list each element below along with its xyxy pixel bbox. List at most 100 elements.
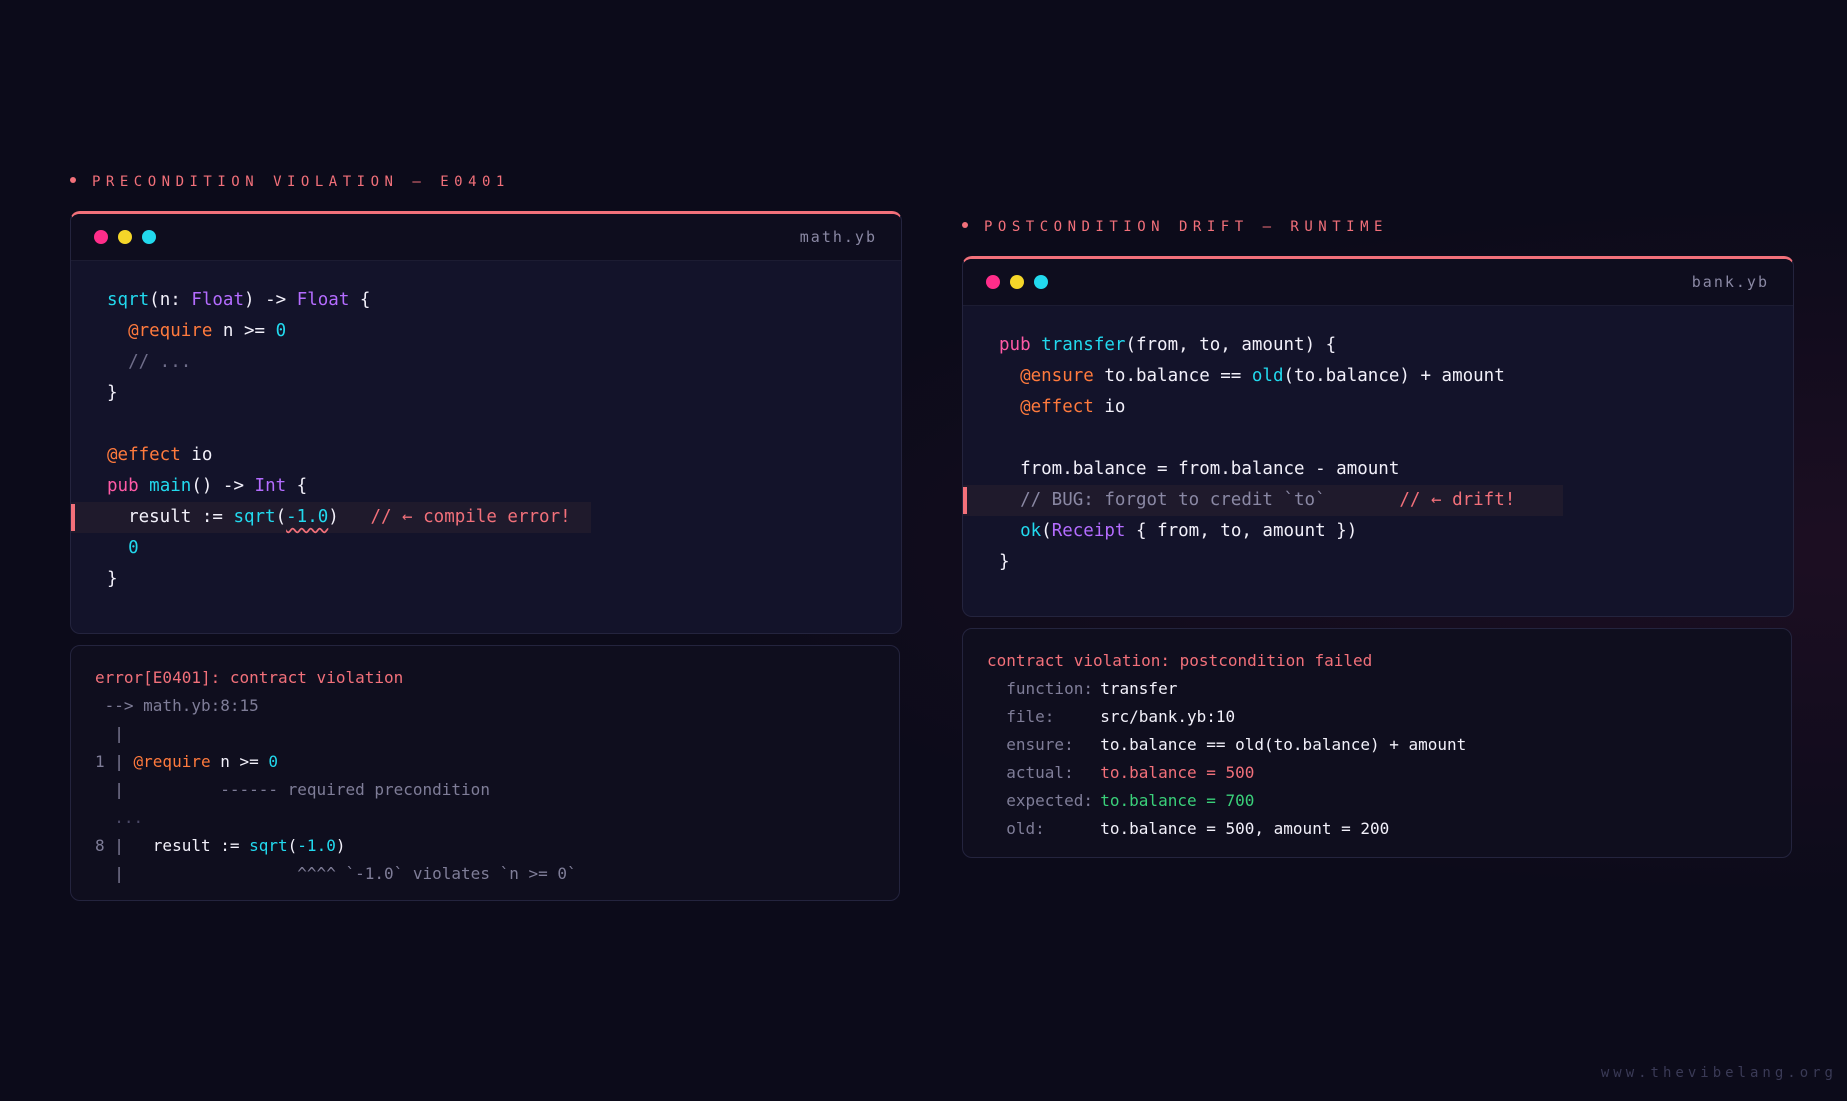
row-value: transfer bbox=[1100, 679, 1178, 698]
code-line: from.balance = from.balance - amount bbox=[963, 454, 1793, 485]
error-comment: // ← compile error! bbox=[370, 507, 571, 527]
output-line: | bbox=[95, 724, 124, 743]
compiler-output-panel: error[E0401]: contract violation --> mat… bbox=[70, 645, 900, 901]
close-window-icon[interactable] bbox=[94, 230, 108, 244]
code-token: Int bbox=[254, 476, 287, 496]
row-value: src/bank.yb:10 bbox=[1100, 707, 1236, 726]
footer-url[interactable]: www.thevibelang.org bbox=[1601, 1065, 1837, 1081]
code-comment: // ... bbox=[128, 352, 192, 372]
code-token: (n: bbox=[149, 290, 192, 310]
output-line: 8 | result := sqrt(-1.0) bbox=[71, 832, 899, 860]
runtime-output-panel: contract violation: postcondition failed… bbox=[962, 628, 1792, 858]
section-label-precondition: PRECONDITION VIOLATION — E0401 bbox=[70, 174, 510, 190]
code-editor[interactable]: sqrt(n: Float) -> Float { @require n >= … bbox=[71, 261, 901, 619]
code-token: result := bbox=[128, 507, 234, 527]
code-token: n >= bbox=[212, 321, 276, 341]
output-row: ensure: to.balance == old(to.balance) + a… bbox=[963, 731, 1791, 759]
code-token: @require bbox=[133, 752, 211, 771]
maximize-window-icon[interactable] bbox=[1034, 275, 1048, 289]
bug-comment: // BUG: forgot to credit `to` bbox=[1020, 490, 1326, 510]
minimize-window-icon[interactable] bbox=[118, 230, 132, 244]
code-window-math: math.yb sqrt(n: Float) -> Float { @requi… bbox=[70, 211, 902, 634]
code-token: ( bbox=[275, 507, 287, 527]
error-heading: contract violation: postcondition failed bbox=[987, 651, 1373, 670]
window-filename: bank.yb bbox=[1691, 273, 1769, 291]
error-squiggle-token[interactable]: -1.0 bbox=[286, 507, 328, 527]
code-line-drift-highlight: // BUG: forgot to credit `to` // ← drift… bbox=[963, 485, 1563, 516]
code-token: to.balance == bbox=[1093, 366, 1252, 386]
code-line: 0 bbox=[71, 533, 901, 564]
row-value: to.balance = 500, amount = 200 bbox=[1100, 819, 1390, 838]
code-line: @effect io bbox=[963, 392, 1793, 423]
code-token: sqrt bbox=[107, 290, 150, 310]
code-token: @require bbox=[128, 321, 213, 341]
code-editor[interactable]: pub transfer(from, to, amount) { @ensure… bbox=[963, 306, 1793, 602]
line-gutter: 8 | bbox=[95, 836, 153, 855]
code-token: old bbox=[1251, 366, 1284, 386]
output-row: actual: to.balance = 500 bbox=[963, 759, 1791, 787]
code-token: from.balance = from.balance - amount bbox=[1020, 459, 1400, 479]
code-token: ) bbox=[335, 836, 346, 855]
row-value-expected: to.balance = 700 bbox=[1100, 791, 1255, 810]
code-token: @effect bbox=[107, 445, 181, 465]
code-token: Float bbox=[191, 290, 244, 310]
code-token: result := bbox=[152, 836, 250, 855]
error-location: --> math.yb:8:15 bbox=[95, 696, 259, 715]
code-token: io bbox=[180, 445, 213, 465]
code-token: -1.0 bbox=[297, 836, 336, 855]
code-token: pub bbox=[107, 476, 139, 496]
section-label-postcondition: POSTCONDITION DRIFT — RUNTIME bbox=[962, 219, 1388, 235]
row-value: to.balance == old(to.balance) + amount bbox=[1100, 735, 1467, 754]
code-line: pub transfer(from, to, amount) { bbox=[963, 330, 1793, 361]
code-line: @require n >= 0 bbox=[71, 316, 901, 347]
code-line: } bbox=[107, 383, 118, 403]
code-token: ) -> bbox=[244, 290, 297, 310]
code-token: Receipt bbox=[1051, 521, 1126, 541]
output-row: file: src/bank.yb:10 bbox=[963, 703, 1791, 731]
code-line: pub main() -> Int { bbox=[71, 471, 901, 502]
code-line: // ... bbox=[71, 347, 901, 378]
code-line: ok(Receipt { from, to, amount }) bbox=[963, 516, 1793, 547]
code-token: io bbox=[1093, 397, 1126, 417]
error-heading: error[E0401]: contract violation bbox=[95, 668, 404, 687]
row-key: function: bbox=[1006, 679, 1093, 698]
code-token: @ensure bbox=[1020, 366, 1094, 386]
code-token: Float bbox=[296, 290, 350, 310]
code-line: } bbox=[107, 569, 118, 589]
code-token: ( bbox=[1041, 521, 1052, 541]
section-label-text: POSTCONDITION DRIFT — RUNTIME bbox=[984, 219, 1388, 235]
maximize-window-icon[interactable] bbox=[142, 230, 156, 244]
output-line: | ------ required precondition bbox=[95, 780, 490, 799]
output-row: function: transfer bbox=[963, 675, 1791, 703]
drift-comment: // ← drift! bbox=[1399, 490, 1516, 510]
close-window-icon[interactable] bbox=[986, 275, 1000, 289]
row-key: old: bbox=[1006, 819, 1045, 838]
code-token: { bbox=[349, 290, 371, 310]
bullet-icon bbox=[962, 222, 968, 228]
code-line: @effect io bbox=[71, 440, 901, 471]
row-value-actual: to.balance = 500 bbox=[1100, 763, 1255, 782]
code-token: { from, to, amount }) bbox=[1125, 521, 1358, 541]
window-titlebar: bank.yb bbox=[963, 259, 1793, 306]
code-line: @ensure to.balance == old(to.balance) + … bbox=[963, 361, 1793, 392]
output-row: old: to.balance = 500, amount = 200 bbox=[963, 815, 1791, 843]
code-token: sqrt bbox=[233, 507, 276, 527]
row-key: expected: bbox=[1006, 791, 1093, 810]
section-label-text: PRECONDITION VIOLATION — E0401 bbox=[92, 174, 510, 190]
code-token: @effect bbox=[1020, 397, 1094, 417]
code-token: transfer bbox=[1041, 335, 1126, 355]
row-key: file: bbox=[1006, 707, 1055, 726]
minimize-window-icon[interactable] bbox=[1010, 275, 1024, 289]
bullet-icon bbox=[70, 177, 76, 183]
window-titlebar: math.yb bbox=[71, 214, 901, 261]
code-line: } bbox=[999, 552, 1010, 572]
code-token: n >= bbox=[210, 752, 269, 771]
code-window-bank: bank.yb pub transfer(from, to, amount) {… bbox=[962, 256, 1794, 617]
row-key: actual: bbox=[1006, 763, 1074, 782]
output-line: 1 | @require n >= 0 bbox=[71, 748, 899, 776]
code-token: (to.balance) + amount bbox=[1283, 366, 1505, 386]
code-token: sqrt bbox=[249, 836, 288, 855]
code-token: ok bbox=[1020, 521, 1042, 541]
